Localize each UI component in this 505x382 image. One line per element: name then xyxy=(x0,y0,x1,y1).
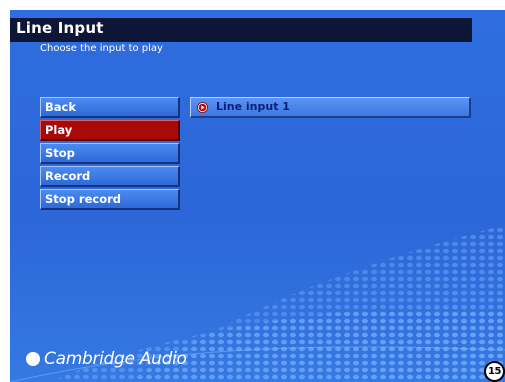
menu-item-label: Stop xyxy=(45,146,75,160)
menu-item-play[interactable]: Play xyxy=(40,120,180,141)
page-number-badge: 15 xyxy=(484,361,505,382)
menu-item-back[interactable]: Back xyxy=(40,97,180,118)
page-subtitle: Choose the input to play xyxy=(40,43,163,54)
menu-item-label: Play xyxy=(45,123,73,137)
action-menu: Back Play Stop Record Stop record xyxy=(40,97,180,212)
circle-logo-icon xyxy=(26,352,40,366)
menu-item-record[interactable]: Record xyxy=(40,166,180,187)
brand-logo: Cambridge Audio xyxy=(26,348,187,370)
source-item-line-input-1[interactable]: Line input 1 xyxy=(190,97,471,118)
source-label: Line input 1 xyxy=(216,100,290,113)
brand-name: Cambridge Audio xyxy=(44,349,187,369)
screen: Line Input Choose the input to play Back… xyxy=(10,10,505,382)
menu-item-label: Back xyxy=(45,100,76,114)
menu-item-label: Record xyxy=(45,169,91,183)
page-number: 15 xyxy=(488,366,501,377)
page-title: Line Input xyxy=(16,19,104,37)
menu-item-stop-record[interactable]: Stop record xyxy=(40,189,180,210)
menu-item-stop[interactable]: Stop xyxy=(40,143,180,164)
title-bar: Line Input xyxy=(10,18,472,42)
play-circle-icon xyxy=(197,102,208,113)
menu-item-label: Stop record xyxy=(45,192,122,206)
